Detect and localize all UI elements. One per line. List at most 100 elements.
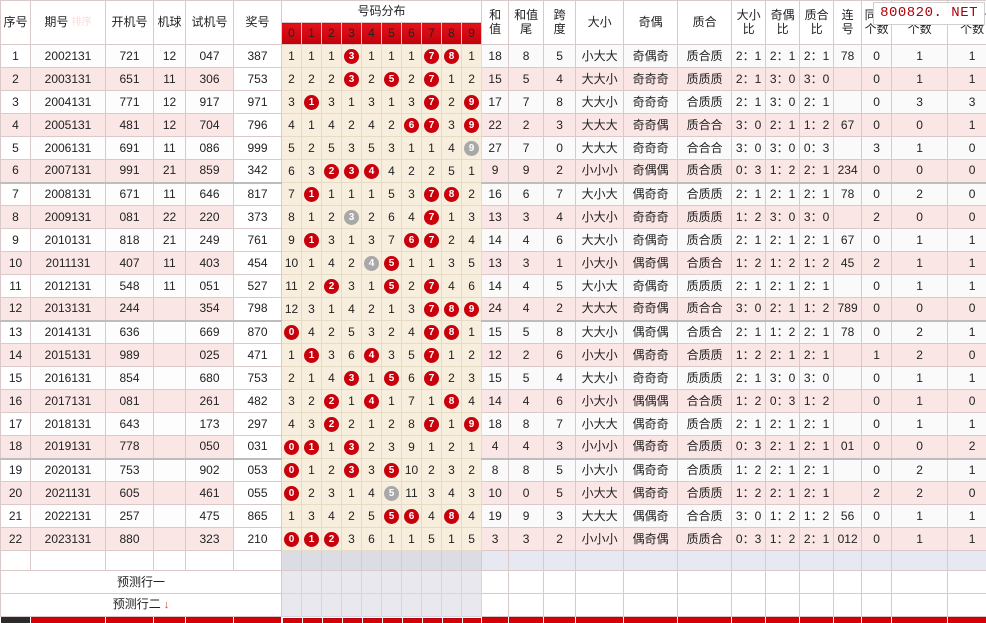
- header-digit-6[interactable]: 6: [401, 22, 422, 45]
- cell-digit-2[interactable]: 3: [321, 481, 342, 505]
- cell-digit-0[interactable]: 12: [281, 297, 302, 321]
- cell-digit-2[interactable]: 4: [321, 251, 342, 275]
- cell-digit-5[interactable]: 7: [381, 228, 402, 252]
- cell-digit-3[interactable]: 3: [341, 527, 362, 551]
- footer-primecomp[interactable]: 质合: [677, 616, 733, 623]
- cell-digit-8[interactable]: 8: [441, 44, 462, 68]
- cell-digit-8[interactable]: 8: [441, 182, 462, 206]
- cell-digit-3[interactable]: 3: [341, 205, 362, 229]
- cell-digit-5[interactable]: 2: [381, 113, 402, 137]
- predict-grid-2-6[interactable]: [401, 593, 422, 617]
- cell-digit-4[interactable]: 3: [361, 228, 382, 252]
- cell-issue[interactable]: 2004131: [30, 90, 106, 114]
- cell-digit-4[interactable]: 2: [361, 67, 382, 91]
- cell-digit-0[interactable]: 7: [281, 182, 302, 206]
- cell-digit-4[interactable]: 1: [361, 274, 382, 298]
- cell-digit-7[interactable]: 7: [421, 412, 442, 436]
- cell-digit-1[interactable]: 2: [301, 481, 322, 505]
- cell-digit-7[interactable]: 5: [421, 527, 442, 551]
- footer-oddeven[interactable]: 奇偶: [623, 616, 679, 623]
- cell-digit-8[interactable]: 4: [441, 136, 462, 160]
- cell-digit-3[interactable]: 3: [341, 67, 362, 91]
- cell-digit-1[interactable]: 3: [301, 504, 322, 528]
- cell-digit-6[interactable]: 3: [401, 90, 422, 114]
- header-primecomp[interactable]: 质合: [677, 0, 733, 45]
- cell-digit-4[interactable]: 4: [361, 481, 382, 505]
- cell-issue[interactable]: 2014131: [30, 319, 106, 344]
- footer-digit-4[interactable]: 4: [362, 617, 383, 623]
- cell-digit-6[interactable]: 9: [401, 435, 422, 459]
- cell-digit-6[interactable]: 2: [401, 274, 422, 298]
- cell-digit-6[interactable]: 2: [401, 67, 422, 91]
- cell-digit-1[interactable]: 2: [301, 136, 322, 160]
- cell-digit-3[interactable]: 1: [341, 228, 362, 252]
- cell-digit-9[interactable]: 9: [460, 136, 483, 160]
- cell-digit-9[interactable]: 4: [460, 228, 483, 252]
- footer-bigsmall[interactable]: 大小: [575, 616, 625, 623]
- cell-digit-9[interactable]: 3: [460, 481, 483, 505]
- cell-digit-2[interactable]: 3: [321, 343, 342, 367]
- predict-grid-1-9[interactable]: [460, 570, 483, 594]
- footer-digit-9[interactable]: 9: [462, 617, 482, 623]
- cell-digit-0[interactable]: 4: [281, 113, 302, 137]
- cell-digit-5[interactable]: 5: [381, 504, 402, 528]
- cell-digit-5[interactable]: 4: [381, 159, 402, 183]
- cell-digit-5[interactable]: 5: [381, 182, 402, 206]
- cell-digit-2[interactable]: 2: [321, 159, 342, 183]
- cell-digit-9[interactable]: 3: [460, 205, 483, 229]
- header-primecomp-ratio[interactable]: 质合 比: [799, 0, 835, 45]
- header-bigsmall[interactable]: 大小: [575, 0, 625, 45]
- cell-digit-4[interactable]: 1: [361, 182, 382, 206]
- cell-digit-6[interactable]: 4: [401, 205, 422, 229]
- footer-consecutive[interactable]: 连 号: [833, 616, 863, 623]
- cell-digit-5[interactable]: 3: [381, 343, 402, 367]
- cell-digit-2[interactable]: 2: [321, 320, 342, 344]
- cell-digit-7[interactable]: 7: [421, 366, 442, 390]
- footer-digit-8[interactable]: 8: [442, 617, 463, 623]
- cell-digit-4[interactable]: 2: [361, 297, 382, 321]
- cell-digit-9[interactable]: 6: [460, 274, 483, 298]
- cell-digit-1[interactable]: 3: [301, 297, 322, 321]
- footer-seq[interactable]: 序号: [0, 616, 31, 623]
- cell-digit-1[interactable]: 1: [301, 90, 322, 114]
- footer-sum-tail[interactable]: 和值 尾: [508, 616, 545, 623]
- table-row[interactable]: 17 2018131 643 173 297 4 3 2 2 1 2 8 7 1 9 18 8 7 小大大 偶奇奇 质合…: [0, 412, 986, 436]
- cell-digit-1[interactable]: 3: [301, 159, 322, 183]
- table-row[interactable]: 12 2013131 244 354 798 12 3 1 4 2 1 3 7 8 9 24 4 2 大大大 奇奇偶质…: [0, 297, 986, 321]
- header-digit-0[interactable]: 0: [281, 22, 302, 45]
- cell-digit-7[interactable]: 3: [421, 481, 442, 505]
- header-machine-ball[interactable]: 机球: [153, 0, 186, 45]
- cell-digit-7[interactable]: 1: [421, 389, 442, 413]
- predict-grid-1-5[interactable]: [381, 570, 402, 594]
- cell-digit-6[interactable]: 2: [401, 159, 422, 183]
- header-digit-4[interactable]: 4: [361, 22, 382, 45]
- header-span[interactable]: 跨 度: [543, 0, 577, 45]
- cell-digit-4[interactable]: 1: [361, 366, 382, 390]
- predict-grid-2-5[interactable]: [381, 593, 402, 617]
- cell-digit-2[interactable]: 2: [321, 412, 342, 436]
- header-digit-1[interactable]: 1: [301, 22, 322, 45]
- header-test-code[interactable]: 试机号: [185, 0, 234, 45]
- footer-test-down-count[interactable]: 试机下号 个数: [947, 616, 986, 623]
- cell-digit-3[interactable]: 2: [341, 412, 362, 436]
- cell-digit-9[interactable]: 2: [460, 67, 483, 91]
- cell-digit-5[interactable]: 5: [381, 458, 402, 482]
- cell-digit-0[interactable]: 8: [281, 205, 302, 229]
- cell-digit-7[interactable]: 2: [421, 159, 442, 183]
- header-digit-8[interactable]: 8: [441, 22, 462, 45]
- table-row[interactable]: 7 2008131 671 11 646 817 7 1 1 1 1 5 3 7 8 2 16 6 7 大小大 偶奇奇合…: [0, 181, 986, 206]
- cell-digit-3[interactable]: 1: [341, 481, 362, 505]
- cell-digit-9[interactable]: 9: [460, 297, 483, 321]
- cell-digit-8[interactable]: 1: [441, 527, 462, 551]
- cell-digit-1[interactable]: 2: [301, 389, 322, 413]
- cell-digit-0[interactable]: 1: [281, 343, 302, 367]
- cell-digit-1[interactable]: 3: [301, 412, 322, 436]
- cell-digit-8[interactable]: 3: [441, 251, 462, 275]
- header-digit-9[interactable]: 9: [460, 22, 483, 45]
- cell-digit-7[interactable]: 4: [421, 504, 442, 528]
- header-oddeven[interactable]: 奇偶: [623, 0, 679, 45]
- cell-digit-2[interactable]: 5: [321, 136, 342, 160]
- cell-digit-7[interactable]: 7: [421, 297, 442, 321]
- cell-issue[interactable]: 2012131: [30, 274, 106, 298]
- footer-oddeven-ratio[interactable]: 奇偶 比: [765, 616, 801, 623]
